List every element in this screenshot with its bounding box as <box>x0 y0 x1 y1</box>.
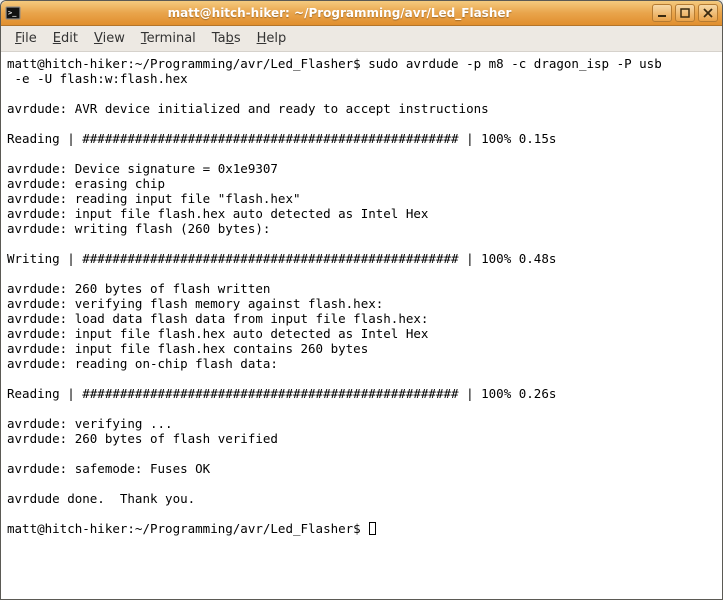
output-line: avrdude: reading input file "flash.hex" <box>7 191 301 206</box>
prompt: matt@hitch-hiker:~/Programming/avr/Led_F… <box>7 521 368 536</box>
cursor-icon <box>369 522 376 535</box>
menu-help[interactable]: Help <box>249 28 295 49</box>
output-line: avrdude: input file flash.hex auto detec… <box>7 326 428 341</box>
close-button[interactable] <box>698 4 718 22</box>
output-line: avrdude: AVR device initialized and read… <box>7 101 489 116</box>
output-line: avrdude: 260 bytes of flash written <box>7 281 270 296</box>
close-icon <box>703 8 713 18</box>
terminal-app-icon: >_ <box>5 5 21 21</box>
maximize-icon <box>680 8 690 18</box>
window-title: matt@hitch-hiker: ~/Programming/avr/Led_… <box>27 6 652 20</box>
output-line: avrdude: load data flash data from input… <box>7 311 428 326</box>
menubar: File Edit View Terminal Tabs Help <box>1 26 722 52</box>
minimize-button[interactable] <box>652 4 672 22</box>
minimize-icon <box>657 8 667 18</box>
output-line: avrdude: safemode: Fuses OK <box>7 461 210 476</box>
output-line: avrdude: 260 bytes of flash verified <box>7 431 278 446</box>
output-line: avrdude: input file flash.hex contains 2… <box>7 341 368 356</box>
output-line: avrdude: verifying flash memory against … <box>7 296 383 311</box>
output-line: avrdude: erasing chip <box>7 176 165 191</box>
maximize-button[interactable] <box>675 4 695 22</box>
output-line: Reading | ##############################… <box>7 386 556 401</box>
prompt: matt@hitch-hiker:~/Programming/avr/Led_F… <box>7 56 368 71</box>
output-line: avrdude: reading on-chip flash data: <box>7 356 278 371</box>
svg-text:>_: >_ <box>8 9 17 17</box>
output-line: avrdude: input file flash.hex auto detec… <box>7 206 428 221</box>
command-text: sudo avrdude -p m8 -c dragon_isp -P usb <box>368 56 662 71</box>
menu-terminal[interactable]: Terminal <box>133 28 204 49</box>
output-line: avrdude: Device signature = 0x1e9307 <box>7 161 278 176</box>
window-controls <box>652 4 718 22</box>
terminal-output[interactable]: matt@hitch-hiker:~/Programming/avr/Led_F… <box>1 52 722 599</box>
output-line: Writing | ##############################… <box>7 251 556 266</box>
output-line: avrdude: verifying ... <box>7 416 173 431</box>
menu-file[interactable]: File <box>7 28 45 49</box>
menu-tabs[interactable]: Tabs <box>204 28 249 49</box>
output-line: avrdude: writing flash (260 bytes): <box>7 221 270 236</box>
output-line: avrdude done. Thank you. <box>7 491 195 506</box>
menu-edit[interactable]: Edit <box>45 28 86 49</box>
terminal-window: >_ matt@hitch-hiker: ~/Programming/avr/L… <box>0 0 723 600</box>
titlebar[interactable]: >_ matt@hitch-hiker: ~/Programming/avr/L… <box>1 1 722 26</box>
menu-view[interactable]: View <box>86 28 133 49</box>
output-line: Reading | ##############################… <box>7 131 556 146</box>
command-text-2: -e -U flash:w:flash.hex <box>7 71 188 86</box>
